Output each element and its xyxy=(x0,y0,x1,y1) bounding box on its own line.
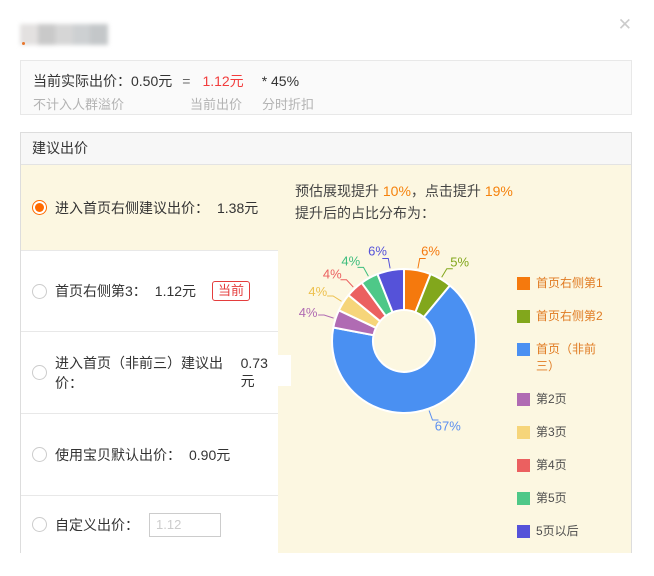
forecast-line-2: 提升后的占比分布为： xyxy=(295,202,513,224)
pie-label-line xyxy=(341,280,354,287)
forecast-prefix: 预估展现提升 xyxy=(295,183,383,199)
legend-item[interactable]: 首页（非前三） xyxy=(517,341,617,375)
pie-label: 67% xyxy=(435,419,461,434)
option-homepage-not-top3[interactable]: 进入首页（非前三）建议出价： 0.73元 xyxy=(21,331,278,413)
radio-option-5[interactable] xyxy=(32,517,47,532)
option-label: 首页右侧第3： xyxy=(55,281,147,301)
pie-label-line xyxy=(442,269,453,278)
pie-label-line xyxy=(382,259,390,269)
legend-swatch xyxy=(517,426,530,439)
window-title-redacted xyxy=(20,24,108,45)
suggested-bid-panel: 建议出价 进入首页右侧建议出价： 1.38元 首页右侧第3： 1.12元 当前 … xyxy=(20,132,632,553)
option-homepage-right-3rd[interactable]: 首页右侧第3： 1.12元 当前 xyxy=(21,250,278,331)
legend-item[interactable]: 首页右侧第1 xyxy=(517,275,617,292)
discount-multiplier: * 45% xyxy=(262,73,299,89)
bid-formula: 当前实际出价：0.50元 = 1.12元 * 45% xyxy=(33,71,299,91)
pie-label: 4% xyxy=(299,305,318,320)
current-badge: 当前 xyxy=(212,281,250,301)
note-no-audience-premium: 不计入人群溢价 xyxy=(33,97,124,112)
legend-label: 第5页 xyxy=(536,490,604,507)
option-label: 进入首页（非前三）建议出价： xyxy=(55,353,233,393)
pie-label-line xyxy=(318,315,334,318)
bid-options-list: 进入首页右侧建议出价： 1.38元 首页右侧第3： 1.12元 当前 进入首页（… xyxy=(21,165,278,553)
option-price: 0.73元 xyxy=(241,355,278,391)
custom-bid-input[interactable] xyxy=(149,513,221,537)
equals-sign: = xyxy=(182,73,190,89)
legend-swatch xyxy=(517,310,530,323)
legend-swatch xyxy=(517,525,530,538)
forecast-line-1: 预估展现提升 10%，点击提升 19% xyxy=(295,180,513,202)
legend-label: 首页（非前三） xyxy=(536,341,604,375)
option-custom-bid[interactable]: 自定义出价： xyxy=(21,495,278,553)
legend-item[interactable]: 第2页 xyxy=(517,391,617,408)
legend-label: 第4页 xyxy=(536,457,604,474)
legend-label: 首页右侧第2 xyxy=(536,308,604,325)
donut-chart: 6%5%67%4%4%4%4%6% xyxy=(288,240,520,440)
radio-option-3[interactable] xyxy=(32,365,47,380)
forecast-mid: ，点击提升 xyxy=(411,183,485,199)
click-lift-value: 19% xyxy=(485,183,513,199)
bid-formula-notes: 不计入人群溢价 当前出价 分时折扣 xyxy=(33,94,314,113)
legend-item[interactable]: 第5页 xyxy=(517,490,617,507)
note-current-bid: 当前出价 xyxy=(190,97,242,112)
option-price: 0.90元 xyxy=(189,445,230,465)
legend-label: 5页以后 xyxy=(536,523,604,540)
legend-swatch xyxy=(517,277,530,290)
pie-label-line xyxy=(327,296,341,301)
current-bid-value: 1.12元 xyxy=(202,73,243,89)
legend-label: 第3页 xyxy=(536,424,604,441)
chart-legend: 首页右侧第1 首页右侧第2 首页（非前三） 第2页第3页第4页第5页 5页以后 xyxy=(517,275,617,556)
legend-swatch xyxy=(517,492,530,505)
pie-label: 6% xyxy=(421,244,440,259)
option-item-default-bid[interactable]: 使用宝贝默认出价： 0.90元 xyxy=(21,413,278,495)
note-time-discount: 分时折扣 xyxy=(262,97,314,112)
forecast-text: 预估展现提升 10%，点击提升 19% 提升后的占比分布为： xyxy=(295,180,513,224)
current-bid-summary: 当前实际出价：0.50元 = 1.12元 * 45% 不计入人群溢价 当前出价 分时折扣 xyxy=(20,60,632,115)
radio-option-2[interactable] xyxy=(32,284,47,299)
option-price: 1.12元 xyxy=(155,281,196,301)
pie-label-line xyxy=(358,267,369,276)
option-homepage-right-suggested[interactable]: 进入首页右侧建议出价： 1.38元 xyxy=(21,165,278,250)
pie-label: 4% xyxy=(341,253,360,268)
pie-label: 5% xyxy=(450,255,469,270)
legend-label: 首页右侧第1 xyxy=(536,275,604,292)
radio-option-4[interactable] xyxy=(32,447,47,462)
option-label: 自定义出价： xyxy=(55,515,139,535)
title-artifact-dot xyxy=(22,42,25,45)
pie-label: 6% xyxy=(368,244,387,259)
option-label: 进入首页右侧建议出价： xyxy=(55,198,209,218)
legend-item[interactable]: 第4页 xyxy=(517,457,617,474)
legend-swatch xyxy=(517,393,530,406)
pie-label: 4% xyxy=(323,267,342,282)
option-price: 1.38元 xyxy=(217,198,258,218)
legend-swatch xyxy=(517,459,530,472)
legend-swatch xyxy=(517,343,530,356)
legend-item[interactable]: 5页以后 xyxy=(517,523,617,540)
row-pointer-notch xyxy=(278,355,291,386)
close-icon[interactable]: ✕ xyxy=(618,16,632,33)
radio-option-1[interactable] xyxy=(32,200,47,215)
pie-label: 4% xyxy=(308,284,327,299)
actual-bid-label: 当前实际出价：0.50元 xyxy=(33,73,172,89)
panel-title: 建议出价 xyxy=(21,133,631,165)
pie-label-line xyxy=(418,259,426,269)
option-label: 使用宝贝默认出价： xyxy=(55,445,181,465)
legend-item[interactable]: 首页右侧第2 xyxy=(517,308,617,325)
legend-item[interactable]: 第3页 xyxy=(517,424,617,441)
legend-label: 第2页 xyxy=(536,391,604,408)
impression-lift-value: 10% xyxy=(383,183,411,199)
